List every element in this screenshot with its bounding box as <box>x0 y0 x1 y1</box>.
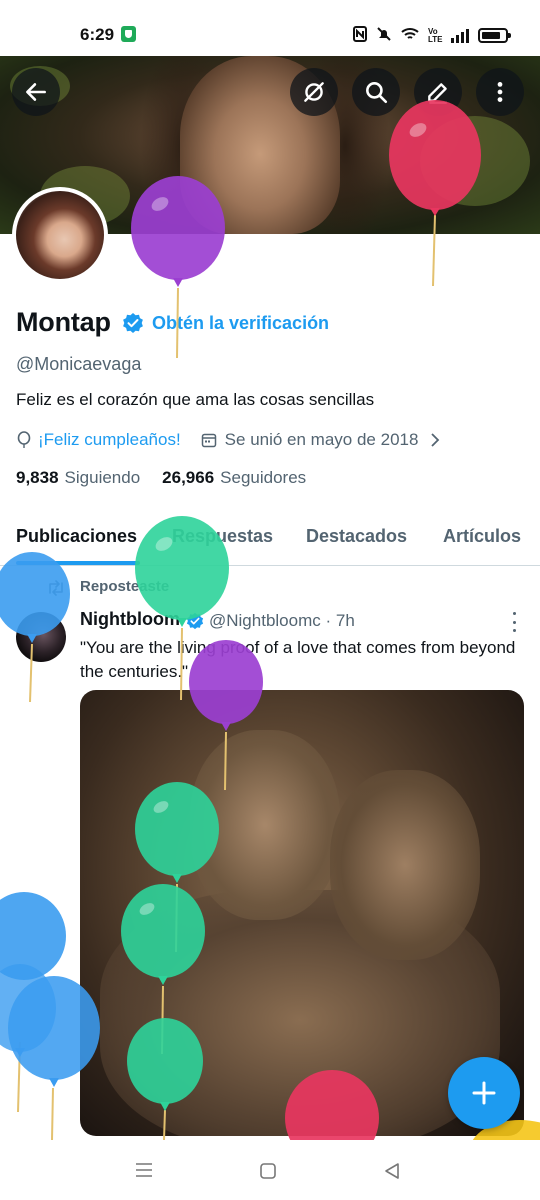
followers-stat[interactable]: 26,966 Seguidores <box>162 468 306 488</box>
balloon-icon <box>0 552 70 702</box>
mute-icon <box>376 26 392 45</box>
followers-label: Seguidores <box>220 468 307 487</box>
arrow-left-icon <box>26 83 46 101</box>
following-count: 9,838 <box>16 468 59 487</box>
shield-icon <box>121 26 136 42</box>
system-nav-bar <box>0 1140 540 1200</box>
post-author-handle[interactable]: @Nightbloomc · 7h <box>209 611 355 631</box>
balloon-icon <box>17 431 31 448</box>
more-vertical-icon <box>497 82 503 102</box>
compose-button[interactable] <box>448 1057 520 1129</box>
status-icons: Vo LTE <box>353 26 511 45</box>
balloon-icon <box>189 640 263 790</box>
volte-label: Vo LTE <box>428 26 443 44</box>
home-icon[interactable] <box>259 1162 277 1180</box>
tab-publicaciones[interactable]: Publicaciones <box>16 526 137 547</box>
status-bar: 6:29 Vo LTE <box>0 0 540 56</box>
followers-count: 26,966 <box>162 468 215 487</box>
signal-icon <box>451 28 469 43</box>
balloon-icon <box>127 1018 203 1140</box>
grok-icon <box>304 82 324 102</box>
back-button[interactable] <box>12 68 60 116</box>
calendar-icon <box>201 433 216 448</box>
post-more-icon[interactable] <box>506 612 522 632</box>
grok-button[interactable] <box>290 68 338 116</box>
profile-tabs: Publicaciones Respuestas Destacados Artí… <box>0 510 540 566</box>
balloon-icon <box>131 176 225 358</box>
chevron-right-icon[interactable] <box>430 433 440 447</box>
profile-stats: 9,838 Siguiendo 26,966 Seguidores <box>16 468 306 488</box>
back-nav-icon[interactable] <box>383 1162 401 1180</box>
battery-icon <box>478 28 511 43</box>
wifi-icon <box>401 27 419 44</box>
balloon-icon <box>285 1070 379 1140</box>
profile-avatar[interactable] <box>12 187 108 283</box>
profile-bio: Feliz es el corazón que ama las cosas se… <box>16 390 375 409</box>
tab-articulos[interactable]: Artículos <box>443 526 521 547</box>
profile-handle: @Monicaevaga <box>16 354 142 374</box>
post-time: · 7h <box>325 611 355 630</box>
nfc-icon <box>353 26 367 45</box>
balloon-icon <box>8 976 100 1140</box>
balloon-icon <box>389 100 481 286</box>
menu-icon[interactable] <box>134 1162 154 1178</box>
tab-destacados[interactable]: Destacados <box>306 526 407 547</box>
joined-date: Se unió en mayo de 2018 <box>224 430 419 449</box>
search-icon <box>366 82 388 104</box>
status-time: 6:29 <box>80 25 115 44</box>
following-stat[interactable]: 9,838 Siguiendo <box>16 468 140 488</box>
plus-icon <box>472 1081 496 1105</box>
statue-head <box>330 770 480 960</box>
following-label: Siguiendo <box>64 468 141 487</box>
profile-name: Montap <box>16 307 111 337</box>
birthday-link[interactable]: ¡Feliz cumpleaños! <box>38 430 181 450</box>
profile-meta: ¡Feliz cumpleaños! Se unió en mayo de 20… <box>16 430 440 450</box>
